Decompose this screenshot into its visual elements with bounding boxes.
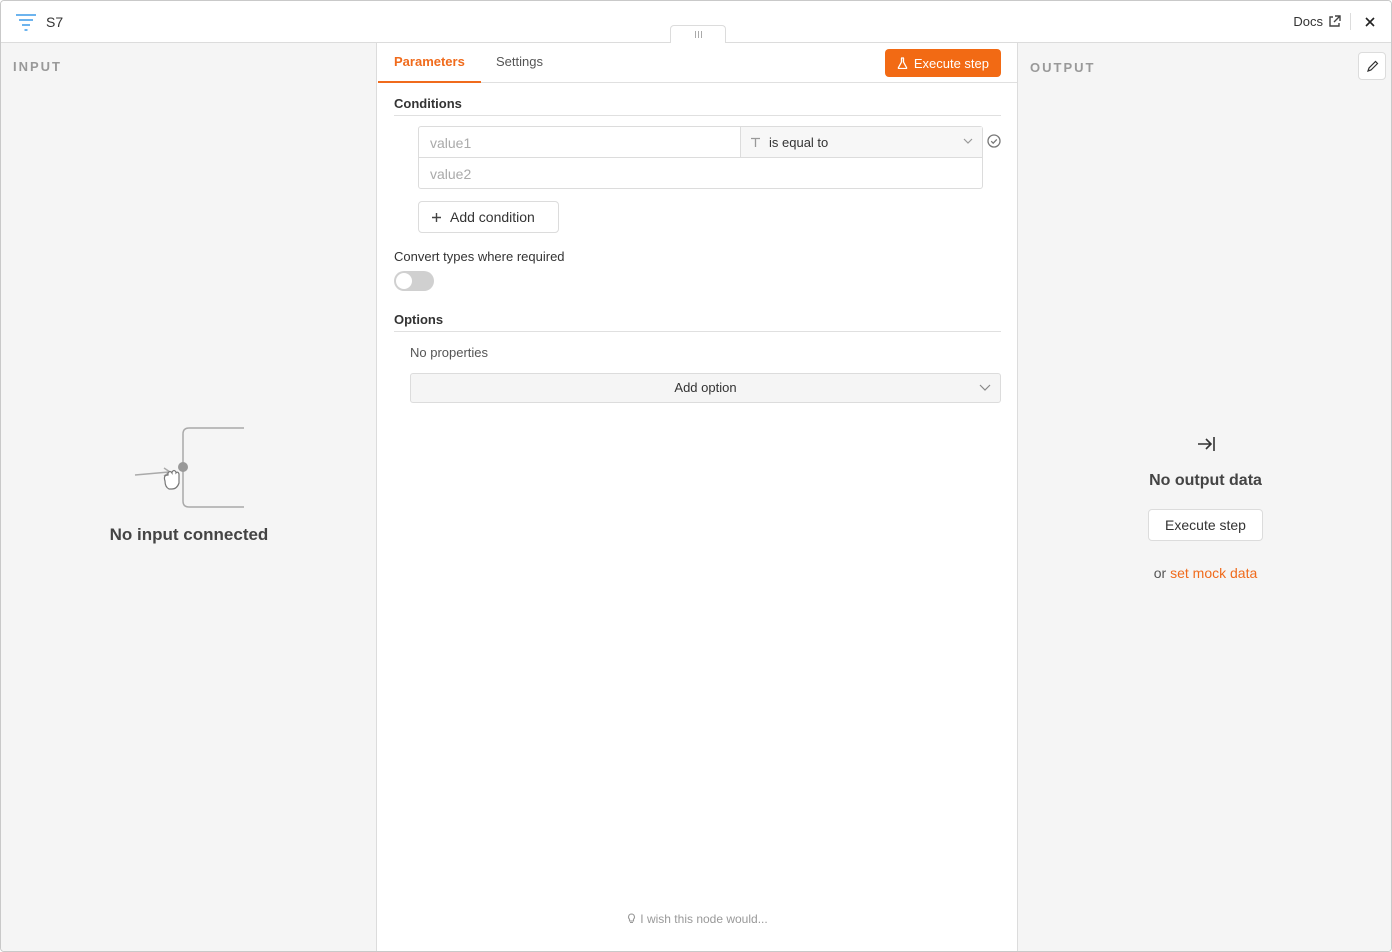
condition-row: value1 is equal to value2 [418,126,983,189]
output-panel: OUTPUT No output data Execute step or se… [1017,43,1391,951]
docs-link[interactable]: Docs [1293,14,1341,29]
flask-icon [897,57,908,69]
mock-data-line: or set mock data [1018,565,1391,581]
toggle-knob [396,273,412,289]
output-execute-step-button[interactable]: Execute step [1148,509,1263,541]
filter-icon [16,14,36,31]
options-title: Options [394,312,1001,332]
operator-select[interactable]: is equal to [741,127,982,158]
add-option-label: Add option [674,380,737,395]
check-circle-icon[interactable] [986,133,1002,149]
execute-step-button[interactable]: Execute step [884,49,1001,77]
no-properties-text: No properties [410,345,489,360]
chevron-down-icon [979,384,991,391]
node-title[interactable]: S7 [46,14,63,30]
set-mock-data-link[interactable]: set mock data [1170,565,1257,581]
convert-types-label: Convert types where required [394,249,565,264]
operator-value: is equal to [769,134,829,150]
plus-icon [432,212,441,222]
add-option-select[interactable]: Add option [410,373,1001,403]
add-condition-label: Add condition [450,209,535,225]
drag-connection-illustration-icon [134,427,244,508]
feedback-link[interactable]: I wish this node would... [378,912,1017,926]
conditions-title: Conditions [394,96,1001,116]
panel-tabs: Parameters Settings Execute step [378,43,1017,83]
edit-output-button[interactable] [1358,52,1386,80]
external-link-icon [1329,15,1341,27]
tab-settings[interactable]: Settings [480,43,559,83]
input-panel: INPUT No input connected [1,43,377,951]
pencil-icon [1366,60,1378,72]
no-output-title: No output data [1149,472,1262,489]
execute-step-label: Execute step [913,55,989,71]
docs-label: Docs [1293,14,1323,29]
arrow-to-right-icon [1198,437,1215,451]
tab-parameters[interactable]: Parameters [378,43,481,83]
no-input-message: No input connected [109,525,269,544]
lightbulb-icon [628,913,636,924]
value2-input[interactable]: value2 [419,158,982,189]
header-divider [1350,13,1351,30]
output-panel-label: OUTPUT [1030,60,1096,75]
or-text: or [1153,565,1167,581]
node-details-window: S7 Docs INPUT No input connected Paramet… [0,0,1392,952]
panel-drag-handle[interactable] [670,25,726,43]
convert-types-toggle[interactable] [394,271,434,291]
value1-input[interactable]: value1 [419,127,741,158]
input-panel-label: INPUT [13,59,62,74]
chevron-down-icon [963,138,973,144]
text-type-icon [751,137,760,147]
close-icon[interactable] [1362,14,1378,30]
feedback-label: I wish this node would... [640,912,768,926]
parameters-panel: Parameters Settings Execute step Conditi… [378,43,1017,951]
add-condition-button[interactable]: Add condition [418,201,559,233]
